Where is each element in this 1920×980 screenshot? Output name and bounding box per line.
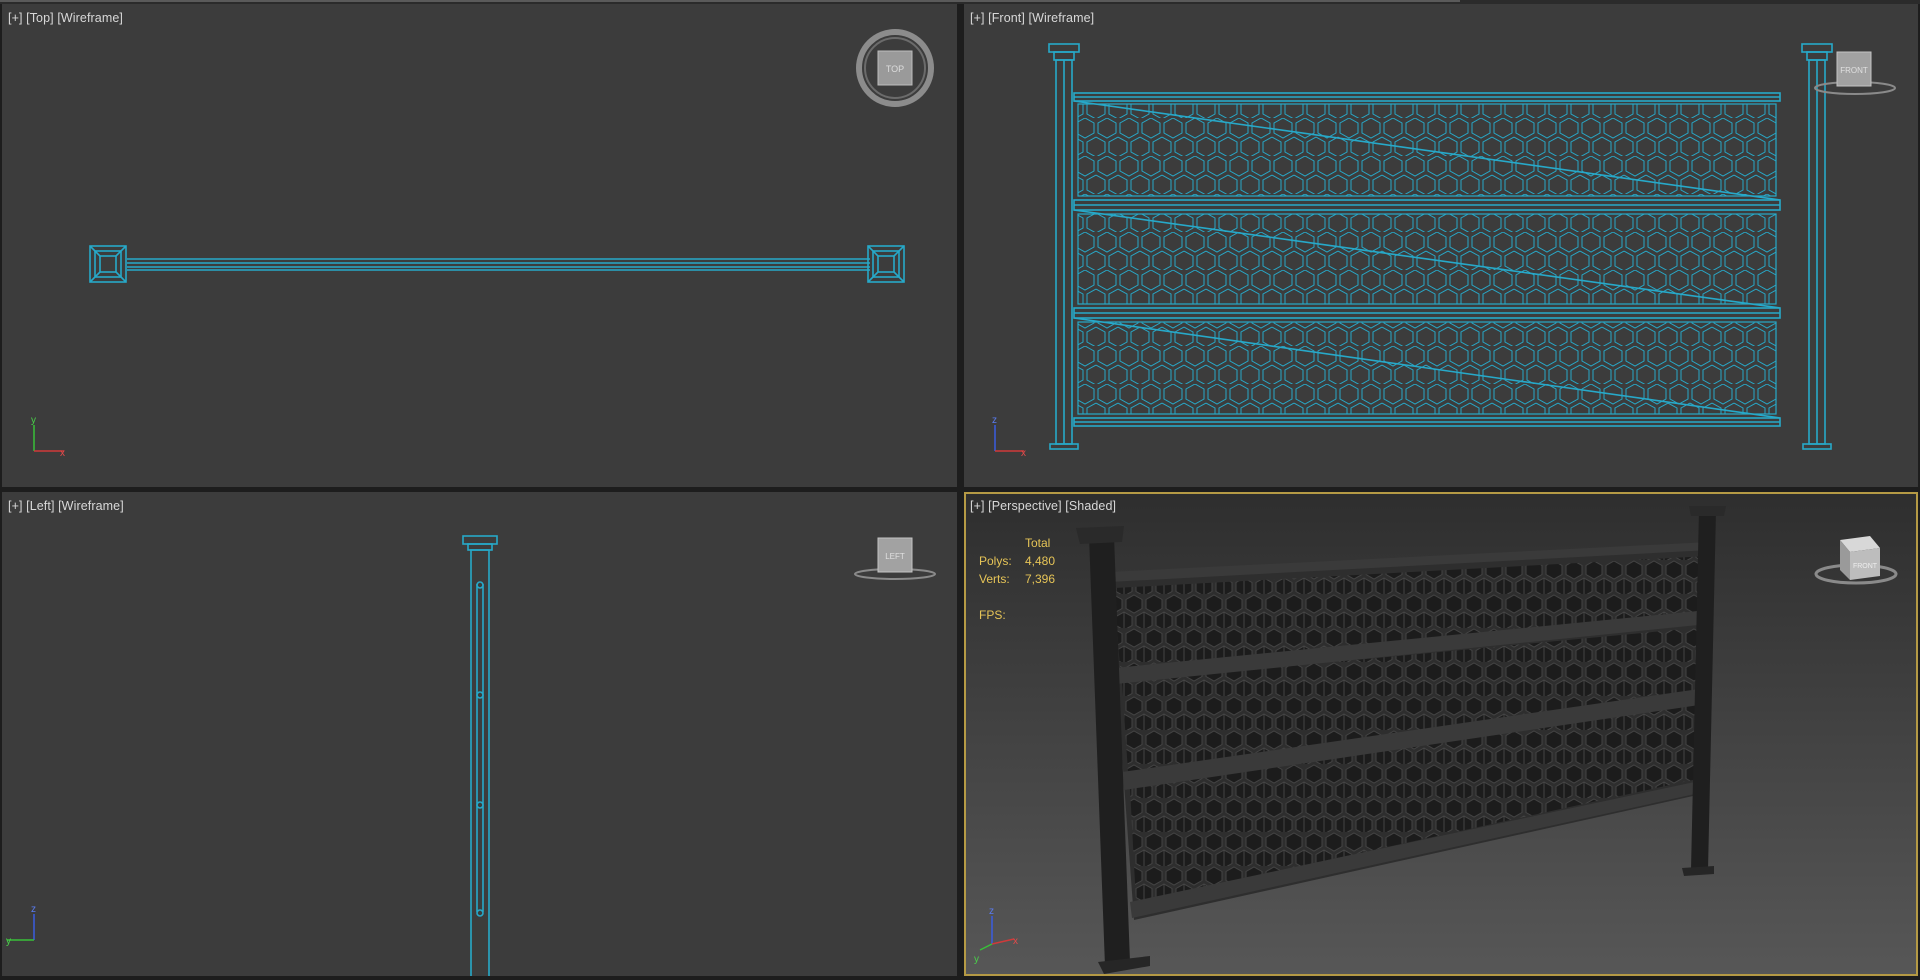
viewcube-left[interactable]: LEFT xyxy=(854,537,936,580)
viewcube-face-label: FRONT xyxy=(1853,563,1878,570)
post-left-front xyxy=(1048,43,1080,450)
svg-text:y: y xyxy=(31,415,36,426)
svg-text:z: z xyxy=(992,415,997,426)
svg-text:z: z xyxy=(989,906,994,917)
viewport-front[interactable]: [+] [Front] [Wireframe] FRONT z x xyxy=(964,4,1918,487)
viewcube-perspective[interactable]: FRONT xyxy=(1814,536,1898,585)
fence-3d xyxy=(1076,506,1726,974)
post-left-top xyxy=(89,245,127,283)
svg-text:y: y xyxy=(974,954,979,965)
viewcube-face-label: FRONT xyxy=(1840,66,1868,75)
svg-text:x: x xyxy=(60,448,65,459)
post-right-front xyxy=(1801,43,1833,450)
svg-text:y: y xyxy=(6,936,11,947)
post-right-top xyxy=(867,245,905,283)
viewcube-top[interactable]: TOP xyxy=(856,29,934,107)
viewcube-face-label: TOP xyxy=(886,64,904,74)
front-view-canvas: FRONT z x xyxy=(992,43,1896,459)
axis-tripod: z x xyxy=(992,415,1026,459)
perspective-canvas: FRONT z x y xyxy=(974,506,1898,974)
left-view-canvas: LEFT z y xyxy=(6,535,936,976)
max-viewport-layout: [+] [Top] [Wireframe] TOP y x [+] [Front… xyxy=(0,0,1920,980)
viewport-perspective[interactable]: [+] [Perspective] [Shaded] Total Polys: 4… xyxy=(964,492,1918,976)
axis-tripod: z x y xyxy=(974,906,1018,965)
top-view-canvas: TOP y x xyxy=(31,29,934,459)
svg-text:x: x xyxy=(1013,936,1018,947)
viewport-top[interactable]: [+] [Top] [Wireframe] TOP y x xyxy=(2,4,957,487)
viewport-left[interactable]: [+] [Left] [Wireframe] LEFT z y xyxy=(2,492,957,976)
svg-text:x: x xyxy=(1021,448,1026,459)
svg-text:z: z xyxy=(31,904,36,915)
viewcube-face-label: LEFT xyxy=(885,552,905,561)
post-side-left xyxy=(462,535,498,976)
axis-tripod: y x xyxy=(31,415,65,459)
axis-tripod: z y xyxy=(6,904,36,947)
timeline-strip[interactable] xyxy=(0,0,1460,2)
